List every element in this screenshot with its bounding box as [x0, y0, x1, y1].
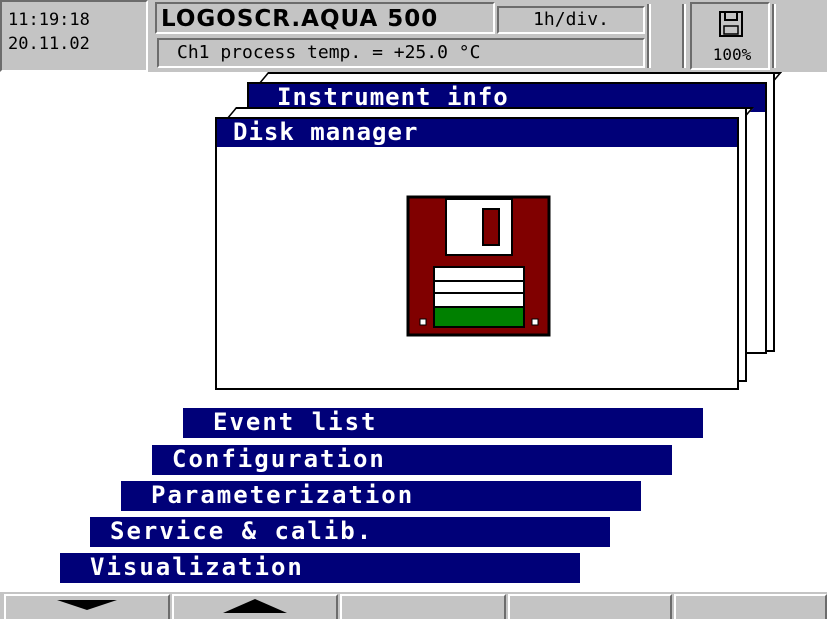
- menu-tab-visualization[interactable]: Visualization: [60, 553, 580, 583]
- arrow-down-icon: [57, 600, 117, 610]
- device-name: LOGOSCR.AQUA 500: [155, 2, 495, 34]
- window-depth-edge: [739, 107, 747, 382]
- softkey-5[interactable]: [674, 594, 827, 619]
- date-text: 20.11.02: [8, 34, 90, 54]
- window-depth-edge: [767, 72, 775, 352]
- status-divider: [772, 4, 776, 68]
- disk-fill-level: 100%: [712, 45, 752, 64]
- disk-manager-title[interactable]: Disk manager: [217, 119, 737, 147]
- menu-tab-configuration[interactable]: Configuration: [152, 445, 672, 475]
- softkey-4[interactable]: [508, 594, 672, 619]
- softkey-up[interactable]: [172, 594, 338, 619]
- time-text: 11:19:18: [8, 10, 90, 30]
- floppy-disk-icon: [719, 11, 743, 37]
- channel-readout[interactable]: Ch1 process temp. = +25.0 °C: [157, 38, 645, 68]
- menu-tab-service-calib[interactable]: Service & calib.: [90, 517, 610, 547]
- arrow-up-icon: [223, 599, 287, 613]
- floppy-disk-icon[interactable]: [406, 195, 551, 337]
- softkey-3[interactable]: [340, 594, 506, 619]
- disk-status[interactable]: 100%: [690, 2, 770, 70]
- menu-tab-event-list[interactable]: Event list: [183, 408, 703, 438]
- menu-tab-parameterization[interactable]: Parameterization: [121, 481, 641, 511]
- status-divider: [682, 4, 686, 68]
- softkey-down[interactable]: [4, 594, 170, 619]
- timebase-display[interactable]: 1h/div.: [497, 6, 645, 34]
- status-divider: [647, 4, 651, 68]
- clock-display: 11:19:18 20.11.02: [0, 0, 148, 72]
